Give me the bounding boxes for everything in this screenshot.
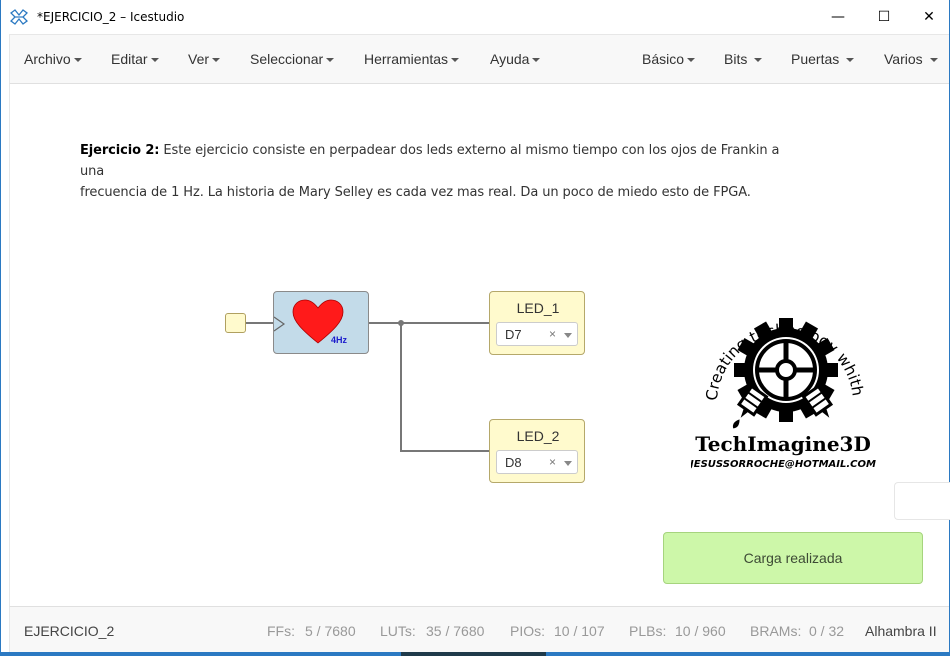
chevron-down-icon <box>451 58 460 63</box>
plbs-label: PLBs: <box>629 623 667 639</box>
menu-bits[interactable]: Bits <box>724 51 763 67</box>
techimagine3d-logo: Creating technology whith imagination <box>691 275 876 470</box>
wire-led2[interactable] <box>400 450 489 452</box>
description-bold: Ejercicio 2: <box>80 143 160 158</box>
description-line-2: frecuencia de 1 Hz. La historia de Mary … <box>80 185 751 200</box>
exercise-description: Ejercicio 2: Este ejercicio consiste en … <box>80 140 800 203</box>
clock-frequency-label: 4Hz <box>331 335 348 345</box>
logo-brand: TechImagine3D <box>695 432 871 456</box>
pin-select[interactable]: D7 × <box>496 322 578 346</box>
maximize-icon: ☐ <box>877 9 891 25</box>
menu-varios[interactable]: Varios <box>884 51 938 67</box>
led-block-2[interactable]: LED_2 D8 × <box>489 419 585 483</box>
menu-basico[interactable]: Básico <box>642 51 696 67</box>
plbs-value: 10 / 960 <box>675 623 726 639</box>
pios-label: PIOs: <box>510 623 546 639</box>
wire-clock-led1[interactable] <box>369 322 489 324</box>
notification-toast[interactable]: Carga realizada <box>663 532 923 584</box>
menu-herramientas[interactable]: Herramientas <box>364 51 460 67</box>
ffs-label: FFs: <box>267 623 295 639</box>
ffs-value: 5 / 7680 <box>305 623 356 639</box>
menu-bar: Archivo Editar Ver Seleccionar Herramien… <box>9 34 949 84</box>
menu-puertas[interactable]: Puertas <box>791 51 855 67</box>
logo-email: JESUSSORROCHE@HOTMAIL.COM <box>691 459 876 470</box>
luts-value: 35 / 7680 <box>426 623 485 639</box>
input-port[interactable] <box>225 313 246 333</box>
brams-value: 0 / 32 <box>809 623 845 639</box>
window-title: *EJERCICIO_2 – Icestudio <box>37 10 185 24</box>
chevron-down-icon <box>754 58 763 63</box>
board-name[interactable]: Alhambra II <box>865 623 937 639</box>
menu-seleccionar[interactable]: Seleccionar <box>250 51 335 67</box>
chevron-down-icon <box>212 58 221 63</box>
project-name: EJERCICIO_2 <box>24 623 115 639</box>
menu-ayuda[interactable]: Ayuda <box>490 51 541 67</box>
minimize-button[interactable]: — <box>815 0 861 34</box>
wire-input-clock[interactable] <box>246 322 274 324</box>
wire-vertical[interactable] <box>400 322 402 451</box>
clear-icon[interactable]: × <box>549 455 556 469</box>
menu-archivo[interactable]: Archivo <box>24 51 82 67</box>
side-panel-tab[interactable] <box>894 482 950 520</box>
clock-block[interactable]: 4Hz <box>273 291 369 354</box>
menu-ver[interactable]: Ver <box>188 51 221 67</box>
chevron-down-icon[interactable] <box>564 333 572 338</box>
chevron-down-icon[interactable] <box>564 461 572 466</box>
chevron-down-icon <box>929 58 938 63</box>
description-line-1: Este ejercicio consiste en perpadear dos… <box>80 143 780 179</box>
maximize-button[interactable]: ☐ <box>861 0 907 34</box>
wire-junction <box>398 320 404 326</box>
icestudio-icon <box>10 9 28 25</box>
status-bar: EJERCICIO_2 FFs: 5 / 7680 LUTs: 35 / 768… <box>9 606 949 652</box>
pios-value: 10 / 107 <box>554 623 605 639</box>
brams-label: BRAMs: <box>750 623 802 639</box>
close-icon: ✕ <box>923 9 935 25</box>
chevron-down-icon <box>150 58 159 63</box>
menu-editar[interactable]: Editar <box>111 51 159 67</box>
chevron-down-icon <box>687 58 696 63</box>
led-block-1[interactable]: LED_1 D7 × <box>489 291 585 355</box>
toast-message: Carga realizada <box>743 550 843 566</box>
led-name: LED_2 <box>516 428 560 444</box>
chevron-down-icon <box>73 58 82 63</box>
pin-select[interactable]: D8 × <box>496 450 578 474</box>
pin-value: D8 <box>505 455 522 470</box>
chevron-down-icon <box>846 58 855 63</box>
title-bar: *EJERCICIO_2 – Icestudio — ☐ ✕ <box>1 0 949 34</box>
taskbar-edge-dark <box>401 652 546 656</box>
app-window: *EJERCICIO_2 – Icestudio — ☐ ✕ Archivo E… <box>0 0 950 656</box>
chevron-down-icon <box>532 58 541 63</box>
chevron-down-icon <box>326 58 335 63</box>
clock-input-arrow-icon <box>274 316 286 332</box>
luts-label: LUTs: <box>380 623 416 639</box>
clear-icon[interactable]: × <box>549 327 556 341</box>
led-name: LED_1 <box>516 300 560 316</box>
pin-value: D7 <box>505 327 522 342</box>
minimize-icon: — <box>831 9 845 25</box>
close-button[interactable]: ✕ <box>906 0 950 34</box>
